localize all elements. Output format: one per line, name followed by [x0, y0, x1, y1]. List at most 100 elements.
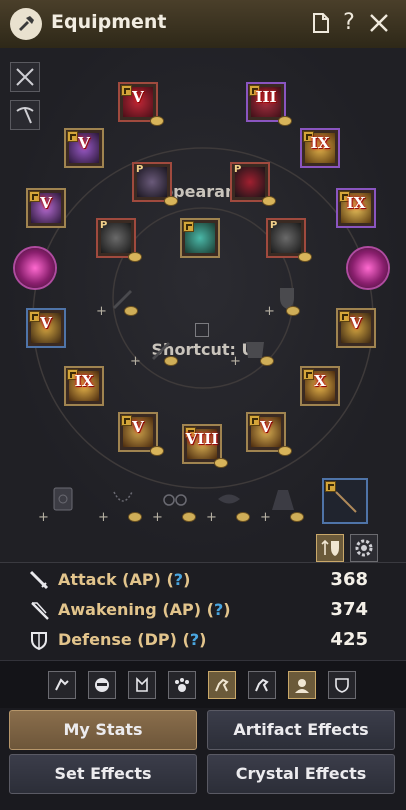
attack-help-link[interactable]: ? — [174, 570, 183, 589]
tab-character-icon[interactable] — [48, 671, 76, 699]
appearance-glove-slot[interactable]: P — [96, 218, 142, 262]
attack-label: Attack (AP) (?) — [58, 570, 191, 589]
necklace-outfit-icon[interactable] — [108, 484, 138, 514]
tab-guard-icon[interactable] — [328, 671, 356, 699]
tab-portrait-icon[interactable] — [288, 671, 316, 699]
left-gear-slot-4[interactable]: V — [26, 308, 66, 348]
title-bar[interactable]: Equipment ? — [0, 0, 406, 49]
tab-horse-icon[interactable] — [208, 671, 236, 699]
appearance-marker: P — [270, 220, 278, 231]
rank-label: V — [132, 88, 144, 106]
right-gear-slot-2[interactable]: IX — [336, 188, 376, 228]
bottom-button-area: My Stats Artifact Effects Set Effects Cr… — [0, 708, 406, 810]
right-crystal-slot[interactable] — [348, 248, 388, 288]
rank-label: V — [40, 314, 52, 332]
tab-outfit-icon[interactable] — [128, 671, 156, 699]
equipment-window: Equipment ? Appearance Shortcut: U V III… — [0, 0, 406, 810]
crossed-swords-icon[interactable] — [10, 62, 40, 92]
sort-shield-button[interactable] — [316, 534, 344, 562]
coin-icon — [164, 356, 178, 366]
sword-icon — [29, 570, 49, 590]
my-stats-button[interactable]: My Stats — [9, 710, 197, 750]
tab-mask-icon[interactable] — [88, 671, 116, 699]
lock-icon — [183, 221, 194, 232]
awakening-blade-icon — [31, 602, 49, 620]
right-gear-slot-4[interactable]: V — [336, 308, 376, 348]
plus-icon: + — [230, 354, 241, 369]
coin-icon — [278, 116, 292, 126]
coin-icon — [150, 446, 164, 456]
stats-section: Attack (AP) (?) 368 Awakening (AP) (?) 3… — [0, 562, 406, 659]
coin-icon — [236, 512, 250, 522]
rank-label: IX — [346, 194, 366, 212]
equipment-hammer-icon — [10, 8, 42, 40]
tab-pet-icon[interactable] — [168, 671, 196, 699]
appearance-center-slot[interactable] — [180, 218, 220, 258]
appearance-outfit-slot[interactable]: P — [230, 162, 276, 206]
coin-icon — [150, 116, 164, 126]
defense-stat-row: Defense (DP) (?) 425 — [28, 625, 378, 653]
coin-icon — [286, 306, 300, 316]
plus-icon: + — [96, 304, 107, 319]
right-gear-slot-1[interactable]: IX — [300, 128, 340, 168]
rank-label: V — [350, 314, 362, 332]
rank-label: V — [78, 134, 90, 152]
lips-outfit-icon[interactable] — [214, 484, 244, 514]
left-gear-slot-2[interactable]: V — [26, 188, 66, 228]
awakening-stat-row: Awakening (AP) (?) 374 — [28, 595, 378, 623]
awakening-value: 374 — [330, 599, 368, 620]
right-gear-slot-5[interactable]: X — [300, 366, 340, 406]
plus-icon: + — [98, 510, 109, 525]
armor-top-slot[interactable]: III — [246, 82, 292, 126]
plus-icon: + — [38, 510, 49, 525]
coin-icon — [278, 446, 292, 456]
set-effects-button[interactable]: Set Effects — [9, 754, 197, 794]
left-crystal-slot[interactable] — [15, 248, 55, 288]
pickaxe-icon[interactable] — [10, 100, 40, 130]
appearance-marker: P — [136, 164, 144, 175]
tab-horse-2-icon[interactable] — [248, 671, 276, 699]
close-icon[interactable] — [366, 10, 392, 36]
rank-label: V — [260, 418, 272, 436]
lantern-slot[interactable] — [322, 478, 368, 524]
plus-icon: + — [206, 510, 217, 525]
defense-value: 425 — [330, 629, 368, 650]
defense-label: Defense (DP) (?) — [58, 630, 207, 649]
appearance-hat-slot[interactable]: P — [132, 162, 178, 206]
plus-icon: + — [264, 304, 275, 319]
rank-label: V — [132, 418, 144, 436]
left-gear-slot-1[interactable]: V — [64, 128, 104, 168]
crystal-effects-button[interactable]: Crystal Effects — [207, 754, 395, 794]
appearance-marker: P — [234, 164, 242, 175]
attack-value: 368 — [330, 569, 368, 590]
settings-gear-icon[interactable] — [350, 534, 378, 562]
coin-icon — [214, 458, 228, 468]
page-icon[interactable] — [308, 10, 334, 36]
awakening-label: Awakening (AP) (?) — [58, 600, 231, 619]
bottom-slot[interactable]: VIII — [182, 424, 228, 468]
rank-label: III — [255, 88, 277, 106]
left-gear-slot-5[interactable]: IX — [64, 366, 104, 406]
defense-help-link[interactable]: ? — [190, 630, 199, 649]
attack-stat-row: Attack (AP) (?) 368 — [28, 565, 378, 593]
lower-right-slot[interactable]: V — [246, 412, 292, 456]
coin-icon — [260, 356, 274, 366]
cloak-outfit-icon[interactable] — [268, 484, 298, 514]
coin-icon — [128, 252, 142, 262]
rank-label: X — [314, 372, 326, 390]
rank-label: IX — [74, 372, 94, 390]
glasses-outfit-icon[interactable] — [160, 484, 190, 514]
book-outfit-icon[interactable] — [48, 484, 78, 514]
window-title: Equipment — [51, 11, 167, 33]
appearance-boot-slot[interactable]: P — [266, 218, 312, 262]
helmet-slot[interactable]: V — [118, 82, 164, 126]
awakening-help-link[interactable]: ? — [214, 600, 223, 619]
coin-icon — [164, 196, 178, 206]
artifact-effects-button[interactable]: Artifact Effects — [207, 710, 395, 750]
help-button[interactable]: ? — [336, 10, 362, 36]
coin-icon — [128, 512, 142, 522]
equipment-panel: Appearance Shortcut: U V III V IX V IX V… — [0, 48, 406, 562]
center-marker — [195, 323, 209, 337]
plus-icon: + — [152, 510, 163, 525]
lower-left-slot[interactable]: V — [118, 412, 164, 456]
